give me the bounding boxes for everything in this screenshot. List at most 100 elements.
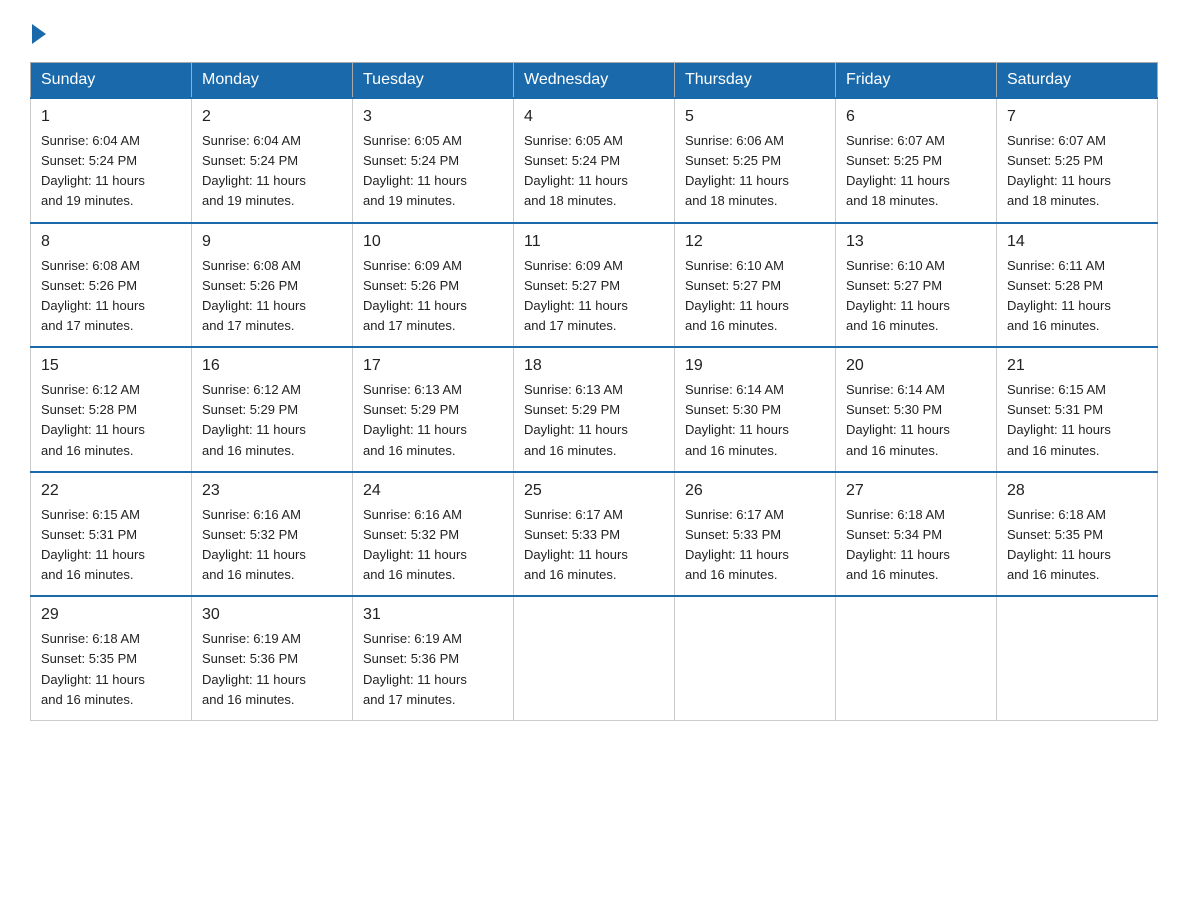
day-info: Sunrise: 6:16 AMSunset: 5:32 PMDaylight:… [202, 505, 342, 586]
calendar-table: SundayMondayTuesdayWednesdayThursdayFrid… [30, 62, 1158, 721]
day-info: Sunrise: 6:09 AMSunset: 5:26 PMDaylight:… [363, 256, 503, 337]
day-info: Sunrise: 6:14 AMSunset: 5:30 PMDaylight:… [685, 380, 825, 461]
calendar-week-1: 1Sunrise: 6:04 AMSunset: 5:24 PMDaylight… [31, 98, 1158, 223]
day-number: 22 [41, 479, 181, 503]
day-number: 23 [202, 479, 342, 503]
calendar-cell: 25Sunrise: 6:17 AMSunset: 5:33 PMDayligh… [514, 472, 675, 597]
day-info: Sunrise: 6:04 AMSunset: 5:24 PMDaylight:… [41, 131, 181, 212]
day-info: Sunrise: 6:12 AMSunset: 5:29 PMDaylight:… [202, 380, 342, 461]
calendar-cell: 8Sunrise: 6:08 AMSunset: 5:26 PMDaylight… [31, 223, 192, 348]
day-number: 6 [846, 105, 986, 129]
calendar-cell: 29Sunrise: 6:18 AMSunset: 5:35 PMDayligh… [31, 596, 192, 720]
calendar-cell: 12Sunrise: 6:10 AMSunset: 5:27 PMDayligh… [675, 223, 836, 348]
day-info: Sunrise: 6:18 AMSunset: 5:35 PMDaylight:… [41, 629, 181, 710]
day-info: Sunrise: 6:15 AMSunset: 5:31 PMDaylight:… [1007, 380, 1147, 461]
day-number: 28 [1007, 479, 1147, 503]
day-number: 25 [524, 479, 664, 503]
day-info: Sunrise: 6:17 AMSunset: 5:33 PMDaylight:… [524, 505, 664, 586]
calendar-cell: 6Sunrise: 6:07 AMSunset: 5:25 PMDaylight… [836, 98, 997, 223]
weekday-header-tuesday: Tuesday [353, 63, 514, 99]
day-info: Sunrise: 6:10 AMSunset: 5:27 PMDaylight:… [846, 256, 986, 337]
day-number: 7 [1007, 105, 1147, 129]
day-number: 21 [1007, 354, 1147, 378]
day-info: Sunrise: 6:17 AMSunset: 5:33 PMDaylight:… [685, 505, 825, 586]
day-info: Sunrise: 6:13 AMSunset: 5:29 PMDaylight:… [524, 380, 664, 461]
day-number: 18 [524, 354, 664, 378]
day-number: 16 [202, 354, 342, 378]
day-number: 12 [685, 230, 825, 254]
day-number: 14 [1007, 230, 1147, 254]
calendar-cell: 11Sunrise: 6:09 AMSunset: 5:27 PMDayligh… [514, 223, 675, 348]
weekday-header-monday: Monday [192, 63, 353, 99]
calendar-cell [836, 596, 997, 720]
day-info: Sunrise: 6:18 AMSunset: 5:35 PMDaylight:… [1007, 505, 1147, 586]
calendar-cell: 19Sunrise: 6:14 AMSunset: 5:30 PMDayligh… [675, 347, 836, 472]
day-info: Sunrise: 6:14 AMSunset: 5:30 PMDaylight:… [846, 380, 986, 461]
day-number: 3 [363, 105, 503, 129]
day-number: 4 [524, 105, 664, 129]
calendar-cell [514, 596, 675, 720]
weekday-header-saturday: Saturday [997, 63, 1158, 99]
day-number: 8 [41, 230, 181, 254]
day-info: Sunrise: 6:07 AMSunset: 5:25 PMDaylight:… [1007, 131, 1147, 212]
calendar-cell: 2Sunrise: 6:04 AMSunset: 5:24 PMDaylight… [192, 98, 353, 223]
day-number: 31 [363, 603, 503, 627]
calendar-cell: 27Sunrise: 6:18 AMSunset: 5:34 PMDayligh… [836, 472, 997, 597]
calendar-cell: 18Sunrise: 6:13 AMSunset: 5:29 PMDayligh… [514, 347, 675, 472]
calendar-cell: 5Sunrise: 6:06 AMSunset: 5:25 PMDaylight… [675, 98, 836, 223]
calendar-cell: 15Sunrise: 6:12 AMSunset: 5:28 PMDayligh… [31, 347, 192, 472]
calendar-cell: 10Sunrise: 6:09 AMSunset: 5:26 PMDayligh… [353, 223, 514, 348]
day-info: Sunrise: 6:05 AMSunset: 5:24 PMDaylight:… [524, 131, 664, 212]
calendar-cell: 31Sunrise: 6:19 AMSunset: 5:36 PMDayligh… [353, 596, 514, 720]
calendar-week-3: 15Sunrise: 6:12 AMSunset: 5:28 PMDayligh… [31, 347, 1158, 472]
logo [30, 20, 46, 44]
day-number: 2 [202, 105, 342, 129]
day-number: 9 [202, 230, 342, 254]
calendar-cell: 3Sunrise: 6:05 AMSunset: 5:24 PMDaylight… [353, 98, 514, 223]
day-number: 10 [363, 230, 503, 254]
day-number: 19 [685, 354, 825, 378]
day-number: 1 [41, 105, 181, 129]
calendar-cell: 21Sunrise: 6:15 AMSunset: 5:31 PMDayligh… [997, 347, 1158, 472]
weekday-header-sunday: Sunday [31, 63, 192, 99]
calendar-cell: 20Sunrise: 6:14 AMSunset: 5:30 PMDayligh… [836, 347, 997, 472]
calendar-cell: 24Sunrise: 6:16 AMSunset: 5:32 PMDayligh… [353, 472, 514, 597]
calendar-cell: 9Sunrise: 6:08 AMSunset: 5:26 PMDaylight… [192, 223, 353, 348]
day-number: 15 [41, 354, 181, 378]
calendar-cell [997, 596, 1158, 720]
weekday-header-wednesday: Wednesday [514, 63, 675, 99]
day-info: Sunrise: 6:09 AMSunset: 5:27 PMDaylight:… [524, 256, 664, 337]
calendar-header-row: SundayMondayTuesdayWednesdayThursdayFrid… [31, 63, 1158, 99]
day-info: Sunrise: 6:15 AMSunset: 5:31 PMDaylight:… [41, 505, 181, 586]
day-number: 11 [524, 230, 664, 254]
calendar-cell: 23Sunrise: 6:16 AMSunset: 5:32 PMDayligh… [192, 472, 353, 597]
day-number: 27 [846, 479, 986, 503]
calendar-cell: 1Sunrise: 6:04 AMSunset: 5:24 PMDaylight… [31, 98, 192, 223]
day-info: Sunrise: 6:04 AMSunset: 5:24 PMDaylight:… [202, 131, 342, 212]
calendar-cell: 13Sunrise: 6:10 AMSunset: 5:27 PMDayligh… [836, 223, 997, 348]
weekday-header-thursday: Thursday [675, 63, 836, 99]
calendar-cell: 14Sunrise: 6:11 AMSunset: 5:28 PMDayligh… [997, 223, 1158, 348]
day-number: 30 [202, 603, 342, 627]
day-info: Sunrise: 6:19 AMSunset: 5:36 PMDaylight:… [363, 629, 503, 710]
calendar-cell: 28Sunrise: 6:18 AMSunset: 5:35 PMDayligh… [997, 472, 1158, 597]
day-info: Sunrise: 6:12 AMSunset: 5:28 PMDaylight:… [41, 380, 181, 461]
day-info: Sunrise: 6:11 AMSunset: 5:28 PMDaylight:… [1007, 256, 1147, 337]
day-number: 26 [685, 479, 825, 503]
calendar-week-2: 8Sunrise: 6:08 AMSunset: 5:26 PMDaylight… [31, 223, 1158, 348]
day-info: Sunrise: 6:08 AMSunset: 5:26 PMDaylight:… [41, 256, 181, 337]
day-number: 29 [41, 603, 181, 627]
day-info: Sunrise: 6:08 AMSunset: 5:26 PMDaylight:… [202, 256, 342, 337]
logo-arrow-icon [32, 24, 46, 44]
day-info: Sunrise: 6:10 AMSunset: 5:27 PMDaylight:… [685, 256, 825, 337]
day-number: 24 [363, 479, 503, 503]
day-info: Sunrise: 6:05 AMSunset: 5:24 PMDaylight:… [363, 131, 503, 212]
calendar-cell: 17Sunrise: 6:13 AMSunset: 5:29 PMDayligh… [353, 347, 514, 472]
calendar-cell: 22Sunrise: 6:15 AMSunset: 5:31 PMDayligh… [31, 472, 192, 597]
calendar-cell: 16Sunrise: 6:12 AMSunset: 5:29 PMDayligh… [192, 347, 353, 472]
day-info: Sunrise: 6:18 AMSunset: 5:34 PMDaylight:… [846, 505, 986, 586]
day-info: Sunrise: 6:13 AMSunset: 5:29 PMDaylight:… [363, 380, 503, 461]
calendar-cell: 4Sunrise: 6:05 AMSunset: 5:24 PMDaylight… [514, 98, 675, 223]
calendar-cell: 26Sunrise: 6:17 AMSunset: 5:33 PMDayligh… [675, 472, 836, 597]
day-info: Sunrise: 6:16 AMSunset: 5:32 PMDaylight:… [363, 505, 503, 586]
